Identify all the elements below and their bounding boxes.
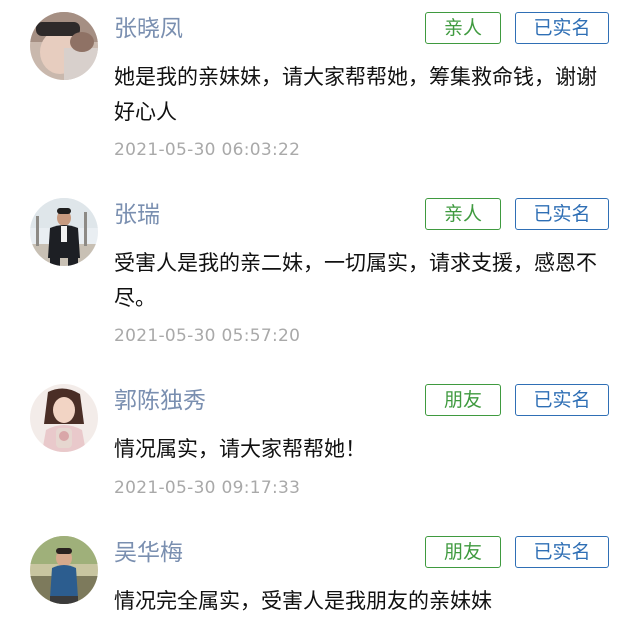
commenter-name: 郭陈独秀 <box>114 388 206 414</box>
relation-tag: 朋友 <box>425 536 501 568</box>
comment-list: 张晓凤 亲人 已实名 她是我的亲妹妹，请大家帮帮她，筹集救命钱，谢谢好心人 20… <box>0 0 630 624</box>
commenter-name: 张瑞 <box>114 202 160 228</box>
comment-text: 情况属实，请大家帮帮她！ <box>114 437 366 461</box>
avatar-photo-icon <box>30 384 98 452</box>
comment-text: 情况完全属实，受害人是我朋友的亲妹妹 <box>114 589 492 613</box>
comment-text: 她是我的亲妹妹，请大家帮帮她，筹集救命钱，谢谢好心人 <box>114 65 597 124</box>
avatar[interactable] <box>30 384 98 452</box>
avatar-photo-icon <box>30 198 98 266</box>
verified-tag: 已实名 <box>515 198 609 230</box>
relation-tag: 亲人 <box>425 12 501 44</box>
avatar[interactable] <box>30 198 98 266</box>
avatar-photo-icon <box>30 536 98 604</box>
commenter-name: 吴华梅 <box>114 540 183 566</box>
relation-tag: 亲人 <box>425 198 501 230</box>
comment-text: 受害人是我的亲二妹，一切属实，请求支援，感恩不尽。 <box>114 251 597 310</box>
verified-tag: 已实名 <box>515 384 609 416</box>
verified-tag: 已实名 <box>515 12 609 44</box>
avatar-photo-icon <box>30 12 98 80</box>
comment-timestamp: 2021-05-30 06:03:22 <box>114 140 301 160</box>
comment-timestamp: 2021-05-30 05:57:20 <box>114 326 301 346</box>
avatar[interactable] <box>30 12 98 80</box>
avatar[interactable] <box>30 536 98 604</box>
comment-timestamp: 2021-05-30 09:17:33 <box>114 478 301 498</box>
commenter-name: 张晓凤 <box>114 16 183 42</box>
verified-tag: 已实名 <box>515 536 609 568</box>
relation-tag: 朋友 <box>425 384 501 416</box>
